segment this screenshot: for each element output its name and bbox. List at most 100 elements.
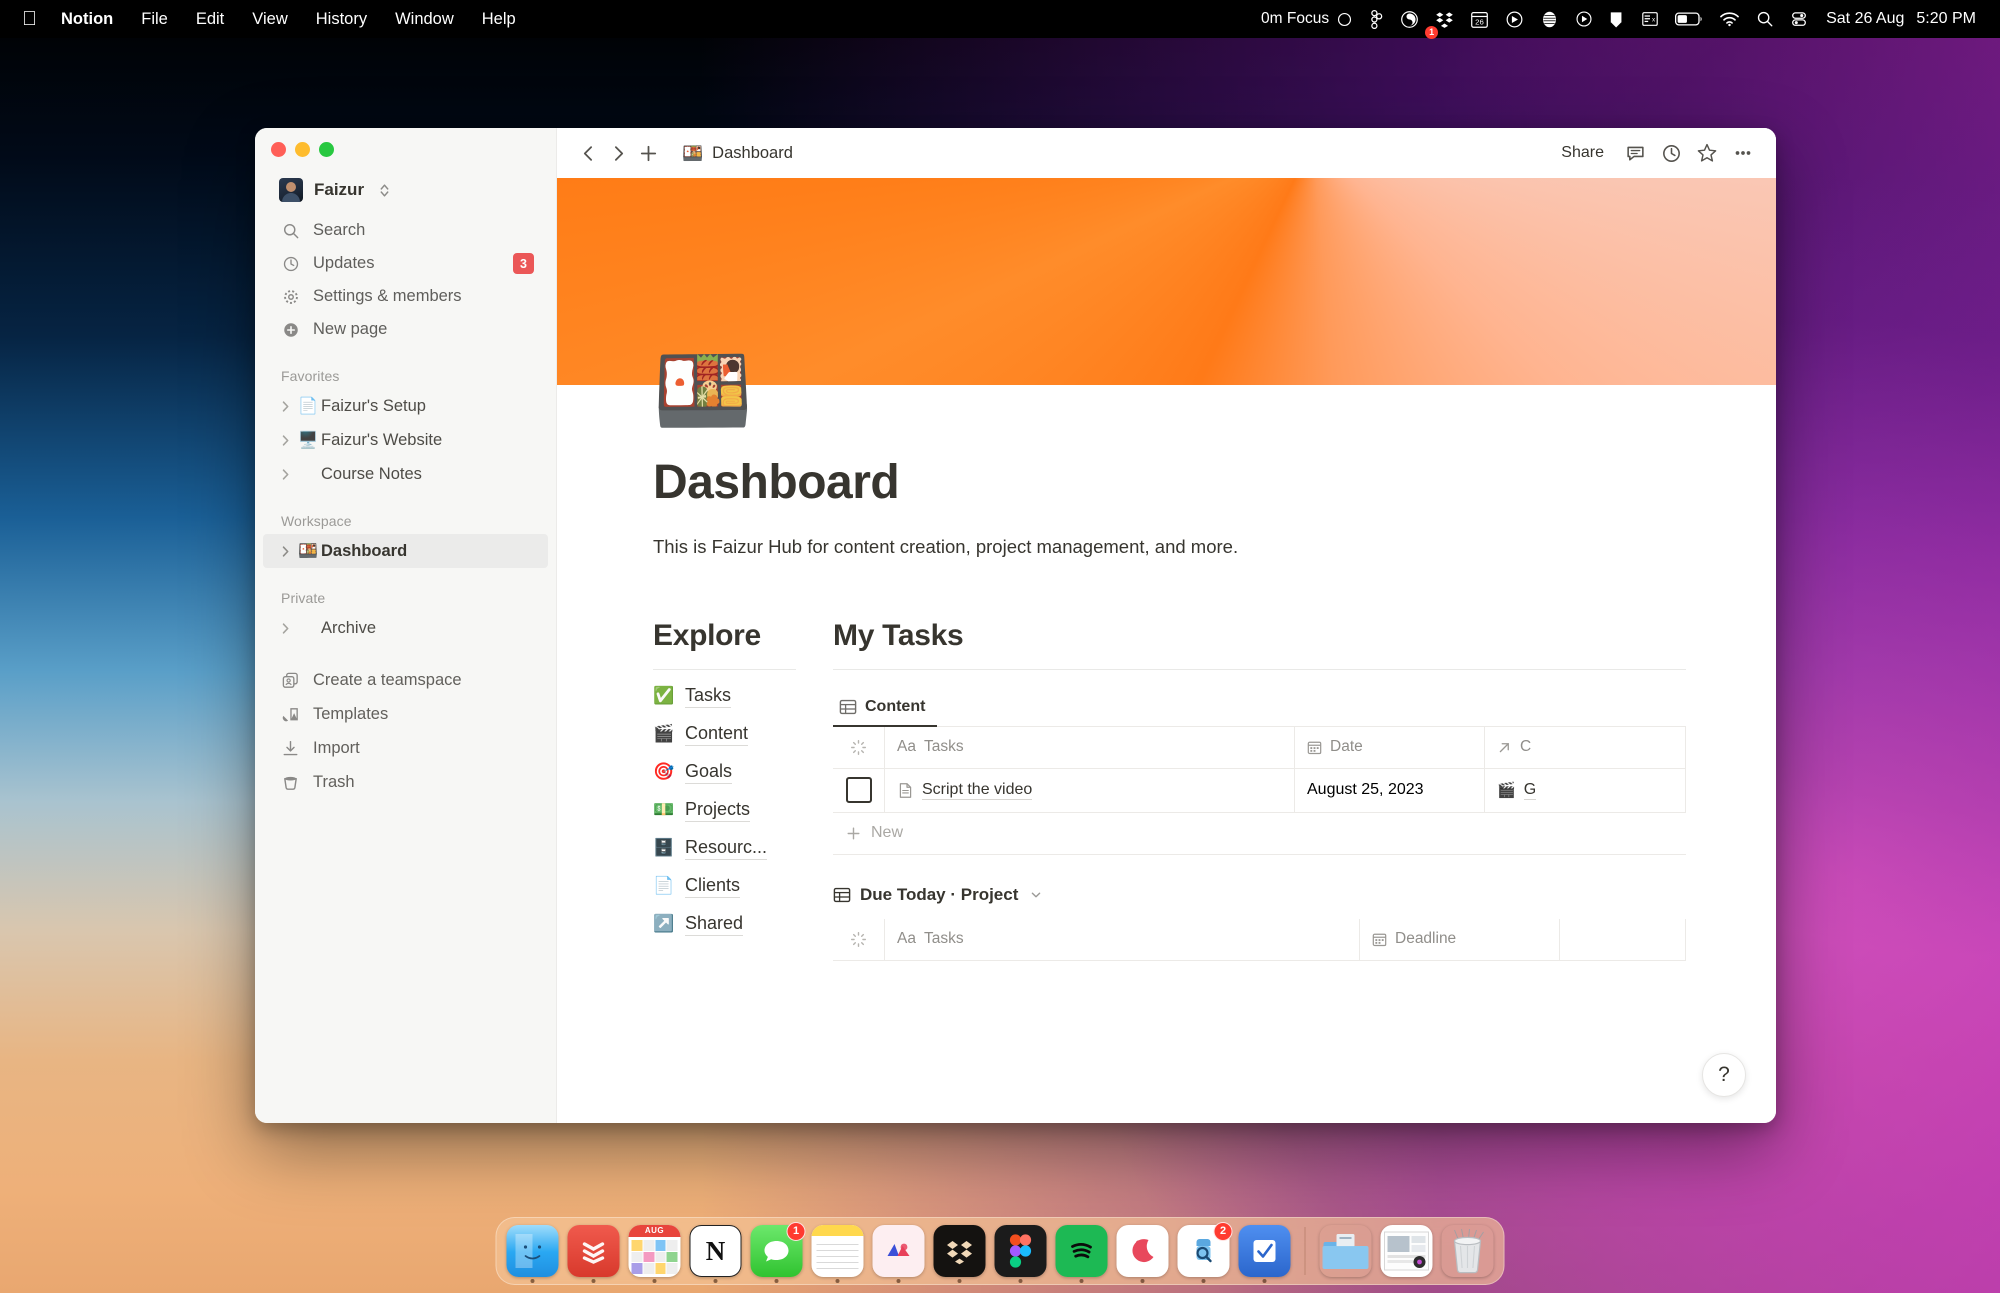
workspace-switcher[interactable]: Faizur <box>263 172 548 208</box>
dock-item-trash[interactable] <box>1442 1225 1494 1277</box>
explore-link-shared[interactable]: ↗️ Shared <box>653 913 833 936</box>
figma-icon[interactable] <box>1361 0 1392 38</box>
sidebar-item-archive[interactable]: Archive <box>263 611 548 645</box>
page-history-icon[interactable] <box>1656 138 1686 168</box>
menu-view[interactable]: View <box>238 0 301 38</box>
sidebar-item-templates[interactable]: Templates <box>263 697 548 731</box>
battery-icon[interactable] <box>1667 0 1711 38</box>
menu-window[interactable]: Window <box>381 0 468 38</box>
nav-back-button[interactable] <box>573 138 603 168</box>
chevron-right-icon[interactable] <box>275 400 295 413</box>
wifi-icon[interactable] <box>1711 0 1748 38</box>
row-date-cell[interactable]: August 25, 2023 <box>1295 768 1485 812</box>
explore-link-tasks[interactable]: ✅ Tasks <box>653 685 833 708</box>
dock-app-figma[interactable] <box>994 1225 1047 1283</box>
add-new-row-button[interactable]: New <box>833 813 1686 855</box>
dock-app-finder[interactable] <box>506 1225 559 1283</box>
sidebar-item-faizurs-setup[interactable]: 📄 Faizur's Setup <box>263 389 548 423</box>
row-relation-cell[interactable]: 🎬 G <box>1485 768 1686 812</box>
column-header-tasks[interactable]: Aa Tasks <box>885 918 1360 960</box>
chevron-down-icon[interactable] <box>1029 888 1043 902</box>
menu-edit[interactable]: Edit <box>182 0 238 38</box>
chevron-right-icon[interactable] <box>275 622 295 635</box>
explore-link-projects[interactable]: 💵 Projects <box>653 799 833 822</box>
row-checkbox[interactable] <box>845 777 872 804</box>
dock-app-todoist[interactable] <box>567 1225 620 1283</box>
sidebar-item-import[interactable]: Import <box>263 731 548 765</box>
new-page-button[interactable] <box>633 138 663 168</box>
close-window-button[interactable] <box>271 142 286 157</box>
sidebar-item-course-notes[interactable]: Course Notes <box>263 457 548 491</box>
help-button[interactable]: ? <box>1702 1053 1746 1097</box>
my-tasks-heading: My Tasks <box>833 618 964 652</box>
apple-logo-icon[interactable]:  <box>14 0 47 38</box>
minimize-window-button[interactable] <box>295 142 310 157</box>
chevron-right-icon[interactable] <box>275 545 295 558</box>
explore-link-clients[interactable]: 📄 Clients <box>653 875 833 898</box>
dock-app-bear[interactable] <box>1116 1225 1169 1283</box>
dock-item-downloads-folder[interactable] <box>1320 1225 1372 1277</box>
chevron-right-icon[interactable] <box>275 468 295 481</box>
favorite-star-icon[interactable] <box>1692 138 1722 168</box>
menu-file[interactable]: File <box>127 0 182 38</box>
share-button[interactable]: Share <box>1551 140 1614 166</box>
sidebar-item-search[interactable]: Search <box>263 214 548 247</box>
dropbox-icon[interactable]: 1 <box>1425 0 1462 39</box>
sidebar-item-trash[interactable]: Trash <box>263 765 548 799</box>
breadcrumb[interactable]: 🍱 Dashboard <box>675 141 800 166</box>
dock-app-things[interactable] <box>1238 1225 1291 1283</box>
tab-content[interactable]: Content <box>833 692 938 727</box>
row-title[interactable]: Script the video <box>922 781 1033 800</box>
menu-bar-time[interactable]: 5:20 PM <box>1912 0 1984 38</box>
grammarly-icon[interactable] <box>1532 0 1567 38</box>
dock-item-screenshot-file[interactable] <box>1380 1225 1433 1277</box>
spotlight-icon[interactable] <box>1748 0 1782 38</box>
dock-app-affinity[interactable] <box>872 1225 925 1283</box>
column-header-deadline[interactable]: Deadline <box>1360 918 1560 960</box>
row-name-cell[interactable]: Script the video <box>885 768 1295 812</box>
cleanshot-icon[interactable] <box>1497 0 1532 38</box>
dock-app-spotify[interactable] <box>1055 1225 1108 1283</box>
calendar-26-icon[interactable]: 26 <box>1462 0 1497 38</box>
column-header-relation[interactable]: C <box>1485 726 1686 768</box>
dock-app-messages[interactable]: 1 <box>750 1222 806 1283</box>
menu-bar-date[interactable]: Sat 26 Aug <box>1816 0 1912 38</box>
sidebar-item-dashboard[interactable]: 🍱 Dashboard <box>263 534 548 568</box>
sidebar-item-updates[interactable]: Updates 3 <box>263 247 548 280</box>
more-options-icon[interactable] <box>1728 138 1758 168</box>
dock-app-notes[interactable] <box>811 1225 864 1283</box>
notion-icon[interactable] <box>1601 0 1633 38</box>
dock-app-notion[interactable]: N <box>689 1225 742 1283</box>
row-relation-label[interactable]: G <box>1523 781 1537 800</box>
page-title[interactable]: Dashboard <box>653 455 1776 510</box>
running-indicator <box>957 1279 962 1283</box>
comment-icon[interactable] <box>1620 138 1650 168</box>
chevron-right-icon[interactable] <box>275 434 295 447</box>
menu-history[interactable]: History <box>302 0 381 38</box>
explore-link-resources[interactable]: 🗄️ Resourc... <box>653 837 833 860</box>
table-row[interactable]: Script the video August 25, 2023 🎬 G <box>833 768 1686 813</box>
explore-link-content[interactable]: 🎬 Content <box>653 723 833 746</box>
column-header-tasks[interactable]: Aa Tasks <box>885 726 1295 768</box>
sidebar-item-create-teamspace[interactable]: Create a teamspace <box>263 663 548 697</box>
numi-icon[interactable]: x <box>1633 0 1667 38</box>
column-header-date[interactable]: Date <box>1295 726 1485 768</box>
control-center-icon[interactable] <box>1782 0 1816 38</box>
sidebar-item-new-page[interactable]: New page <box>263 313 548 346</box>
due-today-database-title[interactable]: Due Today · Project <box>833 885 1686 905</box>
page-description[interactable]: This is Faizur Hub for content creation,… <box>653 533 1776 561</box>
sidebar-item-settings[interactable]: Settings & members <box>263 280 548 313</box>
page-emoji-icon[interactable]: 🍱 <box>653 351 753 431</box>
quicktime-icon[interactable] <box>1567 0 1601 38</box>
focus-status[interactable]: 0m Focus <box>1253 0 1361 38</box>
explore-link-goals[interactable]: 🎯 Goals <box>653 761 833 784</box>
nav-forward-button[interactable] <box>603 138 633 168</box>
menu-app-name[interactable]: Notion <box>47 0 127 38</box>
menu-help[interactable]: Help <box>468 0 530 38</box>
bartender-icon[interactable] <box>1392 0 1427 38</box>
maximize-window-button[interactable] <box>319 142 334 157</box>
dock-app-dropbox[interactable] <box>933 1225 986 1283</box>
dock-app-downie[interactable]: 2 <box>1177 1222 1233 1283</box>
sidebar-item-faizurs-website[interactable]: 🖥️ Faizur's Website <box>263 423 548 457</box>
dock-app-calendar[interactable]: AUG <box>628 1225 681 1283</box>
